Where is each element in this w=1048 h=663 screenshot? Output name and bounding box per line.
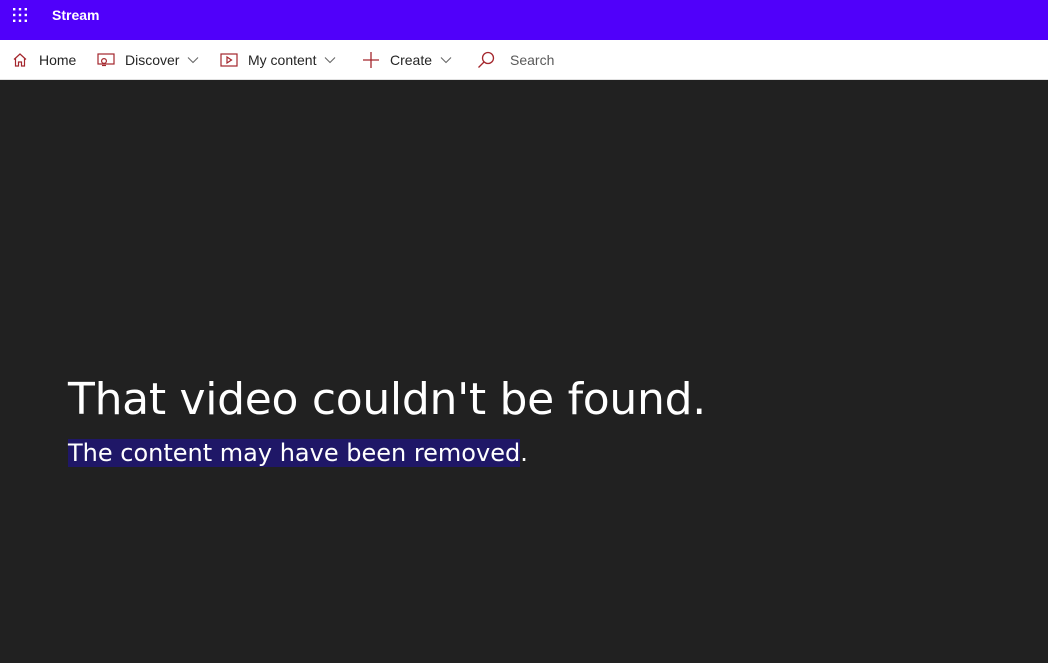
chevron-down-icon [440,54,452,66]
error-subtitle-period: . [520,439,528,467]
nav-discover-label: Discover [125,52,180,68]
discover-icon [97,51,115,69]
nav-discover[interactable]: Discover [97,40,199,80]
nav-create[interactable]: Create [362,40,452,80]
nav-create-label: Create [390,52,433,68]
app-header: Stream [0,0,1048,40]
nav-my-content-label: My content [248,52,317,68]
error-subtitle: The content may have been removed. [68,437,528,469]
home-icon [11,51,29,69]
app-name-link[interactable]: Stream [52,6,99,24]
search-placeholder: Search [510,52,555,68]
chevron-down-icon [324,54,336,66]
nav-home[interactable]: Home [11,40,76,80]
error-title: That video couldn't be found. [68,374,706,425]
video-icon [220,51,238,69]
nav-bar: Home Discover My content Create Search [0,40,1048,80]
error-subtitle-selected-text: The content may have been removed [68,439,521,467]
nav-my-content[interactable]: My content [220,40,336,80]
chevron-down-icon [187,54,199,66]
app-launcher-button[interactable] [0,0,40,30]
search-box[interactable]: Search [477,40,554,80]
plus-icon [362,51,380,69]
content-area: That video couldn't be found. The conten… [0,80,1048,663]
app-launcher-icon [13,8,27,22]
nav-home-label: Home [39,52,77,68]
search-icon [477,51,495,69]
